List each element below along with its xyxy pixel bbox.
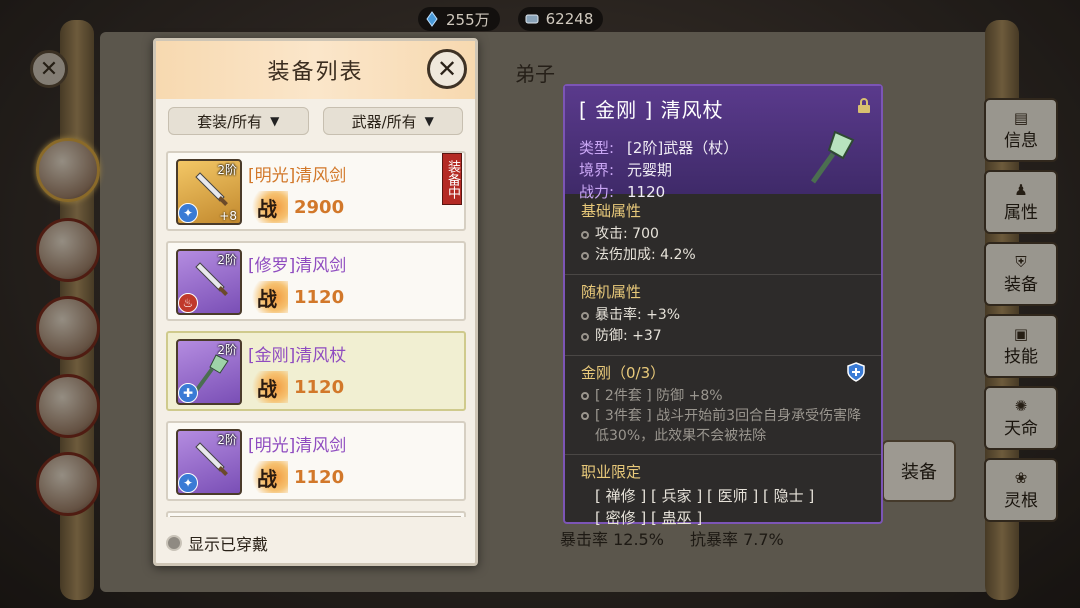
bullet-icon [581,251,589,260]
class-list: [ 密修 ] [ 蛊巫 ] [595,509,703,527]
bullet-icon [581,412,589,420]
section-title-row: 金刚（0/3） [581,362,865,383]
item-power: 1120 [294,287,345,308]
close-button[interactable]: ✕ [427,49,467,89]
equipped-label: 装备中 [445,159,460,199]
random-attributes-section: 随机属性 暴击率: +3% 防御: +37 [565,275,881,356]
spirit-stone-icon [426,11,438,27]
resource-bar: 255万 62248 [418,6,668,32]
list-item[interactable]: 2阶 ✦ [明光]清风剑 战 1120 [166,421,466,501]
tier-label: 2阶 [217,163,237,177]
show-worn-label: 显示已穿戴 [188,535,269,554]
list-item[interactable]: 2阶 +8 ✦ [明光]清风剑 战 2900 装备中 [166,151,466,231]
staff-icon [810,130,855,184]
attr-line: 暴击率: +3% [595,307,681,323]
attr-line: 攻击: 700 [595,226,659,242]
equipped-tag: 装备中 [442,153,462,205]
radio-button-icon[interactable] [166,535,182,551]
lock-icon[interactable] [857,98,871,114]
item-power: 1120 [294,467,345,488]
resource-value: 62248 [545,10,594,28]
item-detail-tooltip: [ 金刚 ] 清风杖 类型: [2阶]武器（杖） 境界: 元婴期 战力: 1120 基… [563,84,883,527]
chevron-down-icon: ▼ [424,114,434,128]
show-worn-toggle[interactable]: 显示已穿戴 [166,531,268,555]
power-badge-icon: 战 [246,191,288,223]
realm-label: 境界: [579,161,615,179]
attr-line: 法伤加成: 4.2% [595,247,696,263]
item-icon: 2阶 ♨ [176,249,242,315]
set-bonus-line: [ 2件套 ] 防御 +8% [595,388,723,404]
item-power: 1120 [294,377,345,398]
class-badge-icon: ✦ [178,203,198,223]
close-icon: ✕ [436,55,458,83]
chevron-down-icon: ▼ [270,114,280,128]
item-name: [明光]清风剑 [248,436,347,456]
jade-icon [525,14,539,24]
base-attributes-section: 基础属性 攻击: 700 法伤加成: 4.2% [565,194,881,275]
item-icon: 2阶 ✚ [176,339,242,405]
bullet-icon [581,230,589,239]
list-item[interactable]: 2阶 ✚ [金刚]清风杖 战 1120 [166,331,466,411]
resource-value: 255万 [446,10,490,29]
divider [170,516,461,517]
power-value: 1120 [627,183,666,201]
set-title: 金刚（0/3） [581,364,666,382]
section-title: 基础属性 [581,202,642,220]
item-power: 2900 [294,197,345,218]
type-label: 类型: [579,139,615,157]
section-title: 随机属性 [581,283,642,301]
filter-label: 套装/所有 [197,112,263,131]
set-filter-dropdown[interactable]: 套装/所有 ▼ [168,107,309,135]
tier-label: 2阶 [217,343,237,357]
bullet-icon [581,332,589,341]
type-value: [2阶]武器（杖） [627,139,739,157]
list-item[interactable]: 2阶 ♨ [修罗]清风剑 战 1120 [166,241,466,321]
tier-label: 2阶 [217,433,237,447]
set-bonus-line: [ 3件套 ] 战斗开始前3回合自身承受伤害降低30%，此效果不会被祛除 [595,408,862,444]
item-name: [明光]清风剑 [248,166,347,186]
attr-line: 防御: +37 [595,328,662,344]
realm-value: 元婴期 [627,161,673,179]
item-name: [金刚]清风杖 [248,346,347,366]
resource-spirit-stone: 255万 [418,7,500,31]
bullet-icon [581,392,589,400]
class-list: [ 禅修 ] [ 兵家 ] [ 医师 ] [ 隐士 ] [595,487,815,505]
power-badge-icon: 战 [246,461,288,493]
class-badge-icon: ✦ [178,473,198,493]
set-bonus-section: 金刚（0/3） [ 2件套 ] 防御 +8% [ 3件套 ] 战斗开始前3回合自… [565,356,881,455]
filter-label: 武器/所有 [351,112,417,131]
equipment-list[interactable]: 2阶 +8 ✦ [明光]清风剑 战 2900 装备中 2阶 ♨ [修罗]清风剑 … [166,151,466,517]
equipment-list-panel: 装备列表 ✕ 套装/所有 ▼ 武器/所有 ▼ 2阶 +8 ✦ [明光]清风剑 战… [153,38,478,566]
item-icon: 2阶 +8 ✦ [176,159,242,225]
shield-icon [847,362,865,382]
type-filter-dropdown[interactable]: 武器/所有 ▼ [322,107,463,135]
section-title: 职业限定 [581,463,642,481]
detail-title: [ 金刚 ] 清风杖 [579,98,724,122]
item-icon: 2阶 ✦ [176,429,242,495]
class-badge-icon: ✚ [178,383,198,403]
class-restriction-section: 职业限定 [ 禅修 ] [ 兵家 ] [ 医师 ] [ 隐士 ] [ 密修 ] … [565,455,881,537]
resource-jade: 62248 [517,7,604,31]
class-badge-icon: ♨ [178,293,198,313]
power-badge-icon: 战 [246,371,288,403]
enhance-level: +8 [219,209,237,223]
bullet-icon [581,311,589,320]
detail-header: [ 金刚 ] 清风杖 类型: [2阶]武器（杖） 境界: 元婴期 战力: 1120 [565,86,881,201]
item-name: [修罗]清风剑 [248,256,347,276]
tier-label: 2阶 [217,253,237,267]
power-badge-icon: 战 [246,281,288,313]
